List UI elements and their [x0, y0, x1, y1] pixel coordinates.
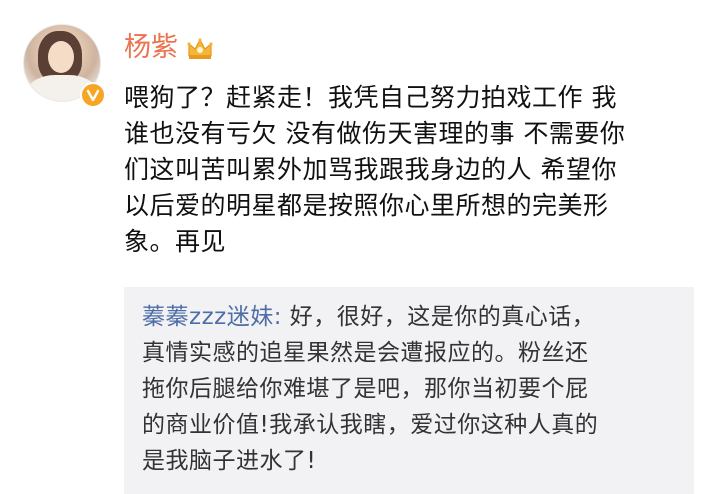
repost-text: 蓁蓁zzz迷妹: 好，很好，这是你的真心话， 真情实感的追星果然是会遭报应的。粉… [142, 299, 682, 479]
post-content-line: 象。再见 [124, 227, 227, 256]
verified-badge-icon [80, 82, 106, 108]
avatar-container[interactable] [23, 24, 106, 108]
username[interactable]: 杨紫 [124, 30, 178, 66]
post-content-line: 以后爱的明星都是按照你心里所想的完美形 [124, 191, 609, 220]
post-content: 喂狗了？赶紧走！我凭自己努力拍戏工作 我 谁也没有亏欠 没有做伤天害理的事 不需… [124, 80, 694, 260]
repost-line: 拖你后腿给你难堪了是吧，那你当初要个屁 [142, 376, 589, 402]
vip-crown-icon[interactable] [186, 36, 214, 62]
avatar-face [48, 41, 74, 73]
post-content-line: 们这叫苦叫累外加骂我跟我身边的人 希望你 [124, 155, 617, 184]
repost-author-link[interactable]: 蓁蓁zzz迷妹: [142, 304, 282, 330]
repost-line: 是我脑子进水了! [142, 448, 317, 474]
verified-v-icon [86, 89, 100, 102]
repost-line: 真情实感的追星果然是会遭报应的。粉丝还 [142, 340, 589, 366]
repost-line: 蓁蓁zzz迷妹: 好，很好，这是你的真心话， [142, 299, 682, 335]
repost-line-text: 好，很好，这是你的真心话， [281, 304, 596, 330]
post-content-line: 喂狗了？赶紧走！我凭自己努力拍戏工作 我 [124, 83, 617, 112]
repost-line: 的商业价值!我承认我瞎，爱过你这种人真的 [142, 412, 599, 438]
post-content-line: 谁也没有亏欠 没有做伤天害理的事 不需要你 [124, 119, 626, 148]
weibo-post: 杨紫 喂狗了？赶紧走！我凭自己努力拍戏工作 我 谁也没有亏欠 没有做伤天害理的事… [0, 0, 720, 494]
quoted-repost[interactable]: 蓁蓁zzz迷妹: 好，很好，这是你的真心话， 真情实感的追星果然是会遭报应的。粉… [124, 287, 694, 494]
